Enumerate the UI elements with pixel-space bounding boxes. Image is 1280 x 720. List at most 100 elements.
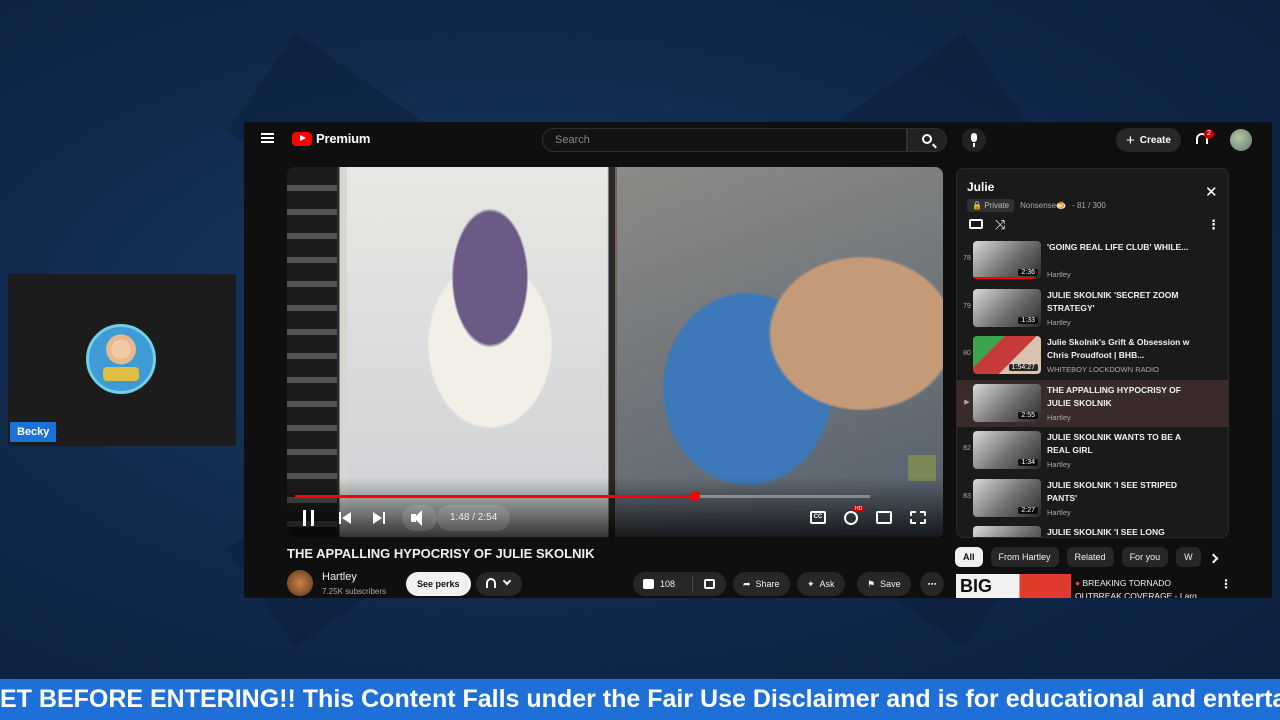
duration-badge: 2:27	[1018, 506, 1038, 514]
more-actions-icon[interactable]: ⋯	[920, 572, 944, 596]
participant-name: Becky	[10, 422, 57, 442]
live-dot-icon: ●	[1075, 578, 1083, 588]
video-title: THE APPALLING HYPOCRISY OF JULIE SKOLNIK	[287, 546, 595, 561]
filter-chip[interactable]: All	[955, 547, 983, 567]
playlist-position: - 81 / 300	[1072, 201, 1106, 210]
playlist-item[interactable]: 82 1:34 JULIE SKOLNIK WANTS TO BE A REAL G…	[957, 427, 1228, 475]
filter-chip[interactable]: For you	[1121, 547, 1169, 567]
ask-label: Ask	[819, 579, 835, 589]
time-display: 1:48 / 2:54	[437, 505, 511, 531]
settings-gear-icon[interactable]	[844, 511, 858, 525]
channel-avatar[interactable]	[287, 570, 313, 596]
playlist-item-index: ▶	[964, 398, 970, 406]
playlist-item-title: JULIE SKOLNIK 'SECRET ZOOM STRATEGY'	[1047, 289, 1179, 313]
progress-bar[interactable]	[295, 491, 870, 501]
playlist-item-thumbnail: 2:55	[973, 383, 1041, 422]
more-vert-icon[interactable]: ⋮	[1207, 217, 1220, 233]
playlist-item[interactable]: 83 2:27 JULIE SKOLNIK 'I SEE STRIPED PANTS…	[957, 475, 1228, 523]
playlist-item-title: JULIE SKOLNIK WANTS TO BE A REAL GIRL	[1047, 432, 1181, 455]
subscription-bell-button[interactable]	[476, 572, 522, 596]
save-label: Save	[880, 579, 901, 589]
like-count: 108	[660, 579, 676, 589]
save-button[interactable]: ⚑ Save	[857, 572, 911, 596]
duration-badge: 2:36	[1018, 269, 1038, 276]
recommendation-thumb-text: BIG	[960, 576, 993, 596]
playlist-item-title: 'GOING REAL LIFE CLUB' WHILE...	[1047, 242, 1189, 252]
playlist-panel: Julie 🔒 Private Nonsense🍮 - 81 / 300 ✕ ⤨…	[956, 168, 1229, 538]
playlist-item-title: THE APPALLING HYPOCRISY OF JULIE SKOLNIK	[1047, 384, 1181, 408]
duration-badge: 1:54:27	[1008, 364, 1038, 371]
fullscreen-icon[interactable]	[910, 511, 926, 524]
playlist-item[interactable]: 78 2:36 'GOING REAL LIFE CLUB' WHILE... Har…	[957, 237, 1228, 285]
previous-icon[interactable]	[339, 510, 351, 526]
see-perks-button[interactable]: See perks	[406, 572, 471, 596]
watch-progress	[973, 277, 1035, 279]
ask-button[interactable]: ✦ Ask	[797, 572, 845, 596]
notification-badge: 2	[1204, 129, 1214, 139]
search-icon	[922, 134, 932, 144]
loop-icon[interactable]	[969, 219, 983, 229]
playlist-item[interactable]: 80 1:54:27 Julie Skolnik's Grift & Obsessi…	[957, 332, 1228, 380]
channel-name[interactable]: Hartley	[322, 571, 357, 583]
playlist-item-channel: WHITEBOY LOCKDOWN RADIO	[1047, 365, 1159, 374]
duration-badge: 1:34	[1018, 459, 1038, 466]
playlist-item-index: 83	[963, 492, 971, 500]
theater-mode-icon[interactable]	[876, 511, 892, 524]
scrubber-handle[interactable]	[689, 491, 700, 501]
playlist-item-thumbnail: 1:54:27	[973, 336, 1041, 374]
search-input[interactable]: Search	[542, 128, 907, 152]
plus-icon: +	[1126, 131, 1135, 149]
playlist-item[interactable]: 79 1:33 JULIE SKOLNIK 'SECRET ZOOM STRATEG…	[957, 285, 1228, 333]
playlist-owner[interactable]: Nonsense🍮	[1020, 201, 1066, 210]
next-icon[interactable]	[373, 510, 385, 526]
playlist-item-channel: Hartley	[1047, 317, 1071, 327]
share-label: Share	[755, 579, 780, 589]
playlist-item[interactable]: 84JULIE SKOLNIK 'I SEE LONG BLACK PANTS …	[957, 522, 1228, 537]
playlist-item-thumbnail: 2:27	[973, 478, 1041, 517]
sparkle-icon: ✦	[807, 579, 815, 589]
search-button[interactable]	[907, 128, 947, 152]
playlist-item[interactable]: ▶ 2:55 THE APPALLING HYPOCRISY OF JULIE SK…	[957, 379, 1228, 427]
playlist-item-thumbnail	[973, 526, 1041, 537]
privacy-badge: 🔒 Private	[967, 199, 1015, 212]
share-icon: ➦	[743, 579, 751, 589]
playlist-item-thumbnail: 2:36	[973, 241, 1041, 279]
progress-fill	[295, 495, 695, 498]
filter-chip[interactable]: Related	[1066, 547, 1114, 567]
voice-search-icon[interactable]	[962, 128, 986, 152]
captions-icon[interactable]: CC	[810, 511, 826, 524]
dislike-button[interactable]	[704, 579, 715, 589]
like-button[interactable]: 108	[633, 576, 693, 592]
youtube-window: Premium Search + Create 2 1:48 / 2:54 CC …	[244, 122, 1272, 598]
playlist-item-index: 79	[963, 302, 971, 310]
create-button[interactable]: + Create	[1116, 128, 1181, 152]
pause-icon[interactable]	[303, 510, 314, 526]
account-avatar[interactable]	[1230, 129, 1252, 151]
like-dislike-group: 108	[633, 572, 726, 596]
youtube-logo[interactable]: Premium	[292, 131, 370, 146]
shuffle-icon[interactable]: ⤨	[995, 217, 1005, 233]
menu-icon[interactable]	[261, 133, 274, 143]
create-label: Create	[1139, 134, 1171, 146]
bookmark-icon: ⚑	[867, 579, 876, 589]
playlist-title[interactable]: Julie	[967, 180, 994, 194]
filter-chip[interactable]: From Hartley	[990, 547, 1059, 567]
notifications-button[interactable]: 2	[1195, 129, 1214, 147]
recommendation-thumbnail[interactable]: BIG	[956, 574, 1071, 598]
volume-icon[interactable]	[402, 505, 437, 531]
close-icon[interactable]: ✕	[1205, 183, 1218, 201]
playlist-item-thumbnail: 1:33	[973, 288, 1041, 327]
playlist-item-channel: Hartley	[1047, 460, 1071, 469]
share-button[interactable]: ➦ Share	[733, 572, 790, 596]
duration-badge: 1:33	[1018, 316, 1038, 324]
chevron-down-icon	[502, 576, 512, 586]
more-vert-icon[interactable]: ⋮	[1220, 577, 1232, 591]
recommendation-title[interactable]: ● BREAKING TORNADO OUTBREAK COVERAGE - L…	[1075, 577, 1215, 598]
playlist-item-channel: Hartley	[1047, 507, 1071, 517]
filter-chip[interactable]: W	[1176, 547, 1201, 567]
video-player[interactable]: 1:48 / 2:54 CC HD	[287, 167, 943, 537]
chevron-right-icon[interactable]	[1208, 553, 1219, 564]
playlist-item-index: 82	[963, 445, 971, 452]
ticker-banner: ET BEFORE ENTERING!! This Content Falls …	[0, 679, 1280, 720]
subscriber-count: 7.25K subscribers	[322, 587, 387, 596]
